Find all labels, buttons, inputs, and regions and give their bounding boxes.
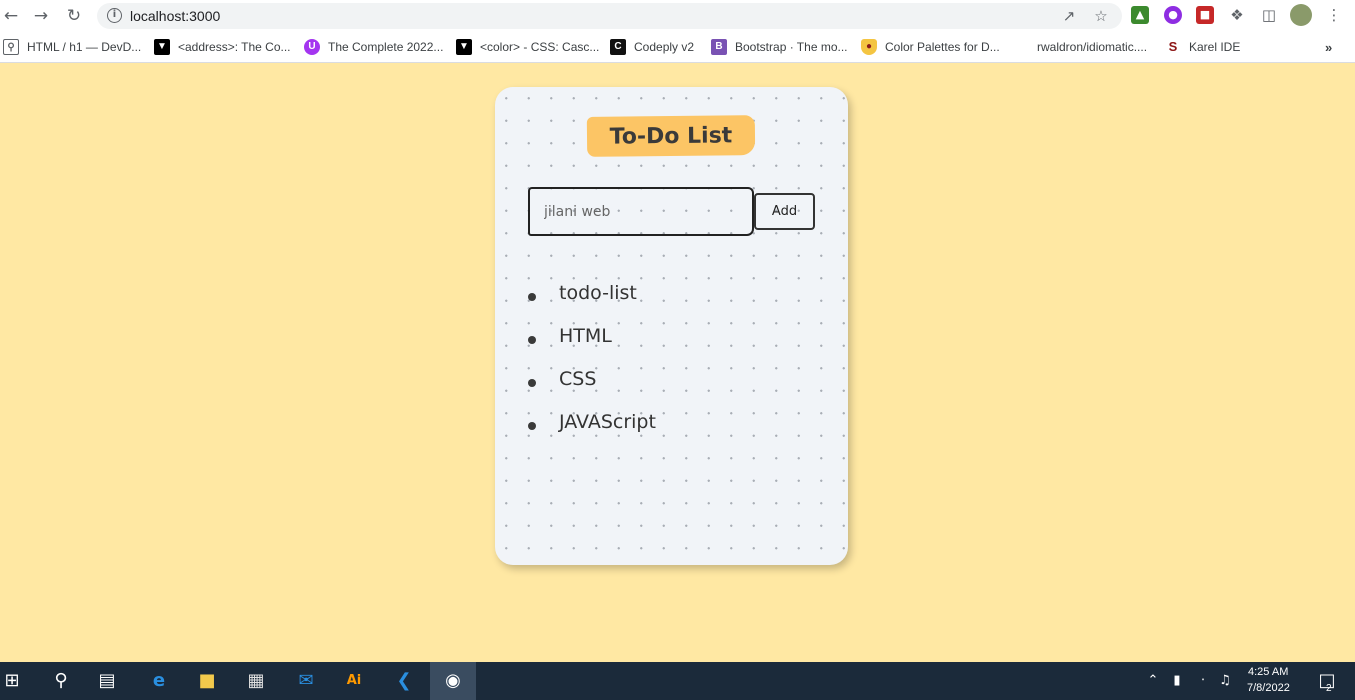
edge-icon[interactable]: e (136, 662, 182, 700)
notification-count: 2 (1326, 683, 1332, 694)
bullet-icon (528, 379, 536, 387)
forward-icon[interactable]: → (30, 5, 52, 27)
stanford-icon: S (1165, 39, 1181, 55)
bookmark-item[interactable]: rwaldron/idiomatic.... (1013, 38, 1147, 56)
windows-start-icon[interactable]: ⊞ (0, 662, 24, 700)
page-title: To-Do List (609, 123, 733, 150)
list-item[interactable]: todo-list (495, 282, 848, 325)
todo-input[interactable] (528, 187, 754, 236)
red-extension-icon[interactable]: ■ (1196, 6, 1214, 24)
bootstrap-icon: B (711, 39, 727, 55)
bookmark-item[interactable]: ● Color Palettes for D... (861, 38, 1000, 56)
task-view-icon[interactable]: ▤ (84, 662, 130, 700)
bullet-icon (528, 293, 536, 301)
bookmark-item[interactable]: C Codeply v2 (610, 38, 694, 56)
file-explorer-icon[interactable]: ■ (184, 662, 230, 700)
volume-icon[interactable]: ♫ (1210, 662, 1240, 700)
clock-date[interactable]: 7/8/2022 (1247, 682, 1290, 694)
address-bar[interactable]: i localhost:3000 ↗ ☆ (97, 3, 1122, 29)
clock-time[interactable]: 4:25 AM (1248, 666, 1288, 678)
notifications-icon[interactable]: □ (1307, 662, 1347, 700)
list-item[interactable]: JAVAScript (495, 411, 848, 454)
github-icon (1013, 39, 1029, 55)
codeply-icon: C (610, 39, 626, 55)
side-panel-icon[interactable]: ◫ (1260, 6, 1278, 24)
search-icon[interactable]: ⚲ (38, 662, 84, 700)
bookmarks-bar: ⚲ HTML / h1 — DevD... ▼ <address>: The C… (0, 32, 1355, 63)
bookmark-item[interactable]: B Bootstrap · The mo... (711, 38, 848, 56)
udemy-icon: U (304, 39, 320, 55)
mdn-icon: ▼ (154, 39, 170, 55)
purple-extension-icon[interactable]: ● (1164, 6, 1182, 24)
search-icon: ⚲ (3, 39, 19, 55)
bullet-icon (528, 336, 536, 344)
share-icon[interactable]: ↗ (1060, 7, 1078, 25)
list-item-text: HTML (559, 325, 612, 347)
bookmark-item[interactable]: S Karel IDE (1165, 38, 1240, 56)
list-item[interactable]: CSS (495, 368, 848, 411)
bookmark-item[interactable]: ▼ <address>: The Co... (154, 38, 291, 56)
store-icon[interactable]: ▦ (233, 662, 279, 700)
more-bookmarks-chevron-icon[interactable]: » (1325, 38, 1332, 56)
profile-avatar[interactable] (1290, 4, 1312, 26)
list-item-text: todo-list (559, 282, 637, 304)
back-icon[interactable]: ← (0, 5, 22, 27)
todo-list: todo-list HTML CSS JAVAScript (495, 282, 848, 454)
menu-kebab-icon[interactable]: ⋮ (1325, 6, 1343, 24)
bookmark-item[interactable]: U The Complete 2022... (304, 38, 443, 56)
bookmark-item[interactable]: ⚲ HTML / h1 — DevD... (3, 38, 141, 56)
chrome-icon[interactable]: ◉ (430, 662, 476, 700)
bookmark-item[interactable]: ▼ <color> - CSS: Casc... (456, 38, 599, 56)
mail-icon[interactable]: ✉ (283, 662, 329, 700)
browser-toolbar: ← → ↻ i localhost:3000 ↗ ☆ ▲ ● ■ ❖ ◫ ⋮ (0, 0, 1355, 32)
bookmark-star-icon[interactable]: ☆ (1092, 7, 1110, 25)
list-item-text: CSS (559, 368, 597, 390)
mdn-icon: ▼ (456, 39, 472, 55)
taskbar: ⊞ ⚲ ▤ e ■ ▦ ✉ Ai ❮ ◉ ⌃ ▮ ⋅ ♫ 4:25 AM 7/8… (0, 662, 1355, 700)
info-icon[interactable]: i (107, 8, 122, 23)
title-badge: To-Do List (586, 115, 756, 157)
palette-icon: ● (861, 39, 877, 55)
extensions-puzzle-icon[interactable]: ❖ (1228, 6, 1246, 24)
list-item[interactable]: HTML (495, 325, 848, 368)
list-item-text: JAVAScript (559, 411, 656, 433)
tree-extension-icon[interactable]: ▲ (1131, 6, 1149, 24)
bullet-icon (528, 422, 536, 430)
illustrator-icon[interactable]: Ai (331, 662, 377, 700)
todo-card: To-Do List Add todo-list HTML CSS JAVASc… (495, 87, 848, 565)
address-url[interactable]: localhost:3000 (130, 8, 220, 24)
add-button[interactable]: Add (754, 193, 815, 230)
vscode-icon[interactable]: ❮ (381, 662, 427, 700)
reload-icon[interactable]: ↻ (63, 5, 85, 27)
